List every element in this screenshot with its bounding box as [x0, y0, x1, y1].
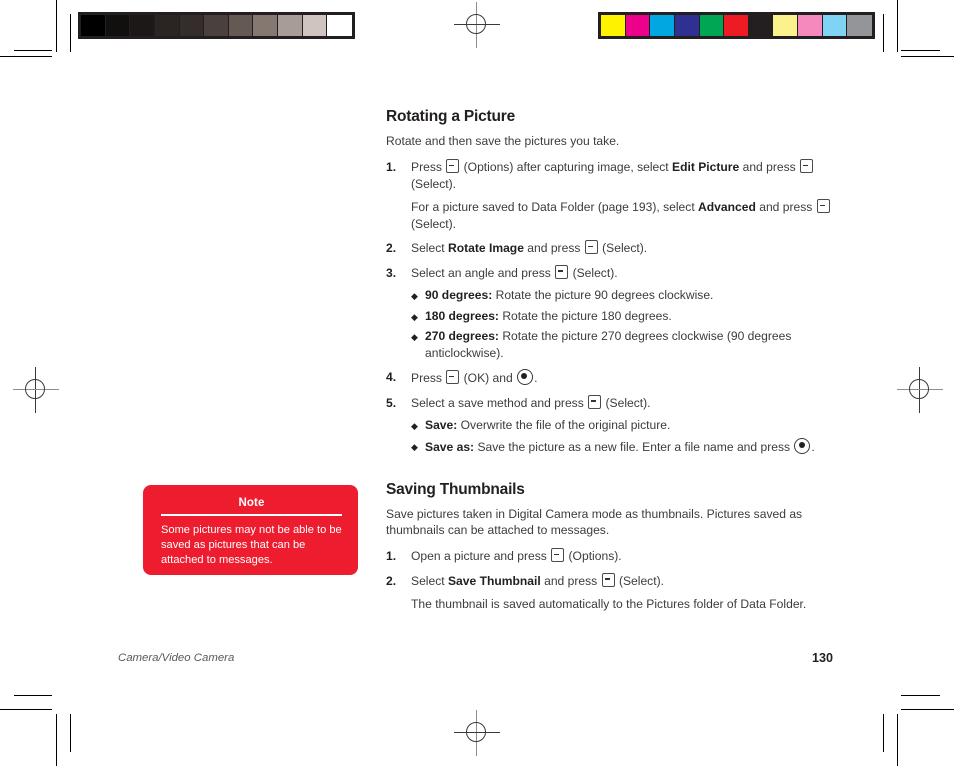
step-item: 1. Open a picture and press (Options). — [386, 548, 838, 565]
step-item: 2. Select Rotate Image and press (Select)… — [386, 240, 838, 257]
step-item: 5. Select a save method and press (Select… — [386, 394, 838, 456]
diamond-bullet-icon: ◆ — [411, 291, 418, 301]
option-bullet-text: 270 degrees: Rotate the picture 270 degr… — [425, 329, 792, 360]
soft-key-icon — [555, 264, 569, 279]
footer-page-number: 130 — [812, 651, 834, 665]
soft-key-icon — [446, 159, 460, 173]
step-text: Press (OK) and . — [411, 369, 538, 385]
center-key-icon — [794, 437, 811, 454]
soft-key-icon — [446, 370, 460, 384]
step-number: 2. — [386, 241, 397, 255]
emphasis-text: Edit Picture — [672, 160, 740, 174]
section-title-rotating-a-picture: Rotating a Picture — [386, 108, 516, 125]
manual-page: Rotating a Picture Rotate and then save … — [0, 0, 954, 766]
step-number: 1. — [386, 160, 397, 174]
center-key-icon — [517, 369, 534, 385]
step-text: Open a picture and press (Options). — [411, 548, 622, 563]
note-divider — [161, 514, 342, 516]
option-bullet-text: 90 degrees: Rotate the picture 90 degree… — [425, 288, 714, 302]
step-text: Select Save Thumbnail and press (Select)… — [411, 572, 664, 588]
emphasis-text: 180 degrees: — [425, 308, 499, 323]
soft-key-icon — [816, 199, 830, 213]
option-bullet-item: ◆ 180 degrees: Rotate the picture 180 deg… — [411, 308, 838, 325]
note-title: Note — [238, 497, 265, 509]
soft-key-icon — [601, 572, 615, 587]
section-intro-rotating-a-picture: Rotate and then save the pictures you ta… — [386, 134, 620, 148]
emphasis-text: 90 degrees: — [425, 288, 493, 302]
soft-key-icon — [584, 240, 598, 254]
section-intro-saving-thumbnails: Save pictures taken in Digital Camera mo… — [386, 507, 803, 537]
option-bullet-list: ◆ 90 degrees: Rotate the picture 90 degre… — [411, 287, 838, 361]
soft-key-icon — [800, 159, 814, 173]
step-number: 5. — [386, 395, 397, 410]
diamond-bullet-icon: ◆ — [411, 421, 418, 431]
option-bullet-item: ◆ Save: Overwrite the file of the origina… — [411, 417, 838, 434]
option-bullet-text: Save as: Save the picture as a new file.… — [425, 437, 815, 454]
step-text: Select an angle and press (Select). — [411, 264, 618, 280]
emphasis-text: Save: — [425, 418, 458, 432]
option-bullet-text: 180 degrees: Rotate the picture 180 degr… — [425, 308, 672, 323]
emphasis-text: Rotate Image — [447, 241, 524, 255]
option-bullet-item: ◆ Save as: Save the picture as a new file… — [411, 437, 838, 456]
step-item: 3. Select an angle and press (Select). ◆ 90… — [386, 264, 838, 362]
soft-key-icon — [588, 394, 602, 409]
step-list-saving-thumbnails: 1. Open a picture and press (Options). 2. S… — [386, 548, 838, 613]
note-text: Some pictures may not be able to be save… — [161, 523, 342, 566]
step-item: 4. Press (OK) and . — [386, 369, 838, 387]
step-text: Select a save method and press (Select). — [411, 394, 651, 410]
option-bullet-item: ◆ 90 degrees: Rotate the picture 90 degre… — [411, 287, 838, 304]
content-column: Rotating a Picture Rotate and then save … — [386, 108, 838, 621]
emphasis-text: 270 degrees: — [425, 329, 499, 343]
step-text: Select Rotate Image and press (Select). — [411, 240, 648, 255]
section-title-saving-thumbnails: Saving Thumbnails — [386, 481, 525, 498]
step-number: 4. — [386, 370, 397, 384]
option-bullet-item: ◆ 270 degrees: Rotate the picture 270 deg… — [411, 328, 838, 361]
step-sub-text: For a picture saved to Data Folder (page… — [411, 199, 838, 232]
diamond-bullet-icon: ◆ — [411, 441, 418, 452]
option-bullet-text: Save: Overwrite the file of the original… — [425, 418, 671, 432]
step-number: 2. — [386, 573, 397, 588]
emphasis-text: Save as: — [425, 439, 475, 454]
step-text: Press (Options) after capturing image, s… — [411, 159, 814, 191]
step-number: 3. — [386, 265, 397, 280]
emphasis-text: Advanced — [698, 200, 756, 214]
emphasis-text: Save Thumbnail — [447, 573, 541, 588]
step-list-rotating-a-picture: 1. Press (Options) after capturing image,… — [386, 159, 838, 455]
step-item: 2. Select Save Thumbnail and press (Selec… — [386, 572, 838, 613]
soft-key-icon — [551, 548, 565, 562]
step-item: 1. Press (Options) after capturing image,… — [386, 159, 838, 232]
footer-chapter-label: Camera/Video Camera — [118, 652, 235, 664]
note-callout-box: Note Some pictures may not be able to be… — [143, 485, 358, 575]
step-sub-text: The thumbnail is saved automatically to … — [411, 597, 807, 611]
diamond-bullet-icon: ◆ — [411, 332, 418, 342]
step-number: 1. — [386, 549, 397, 563]
option-bullet-list: ◆ Save: Overwrite the file of the origina… — [411, 417, 838, 455]
diamond-bullet-icon: ◆ — [411, 311, 418, 322]
